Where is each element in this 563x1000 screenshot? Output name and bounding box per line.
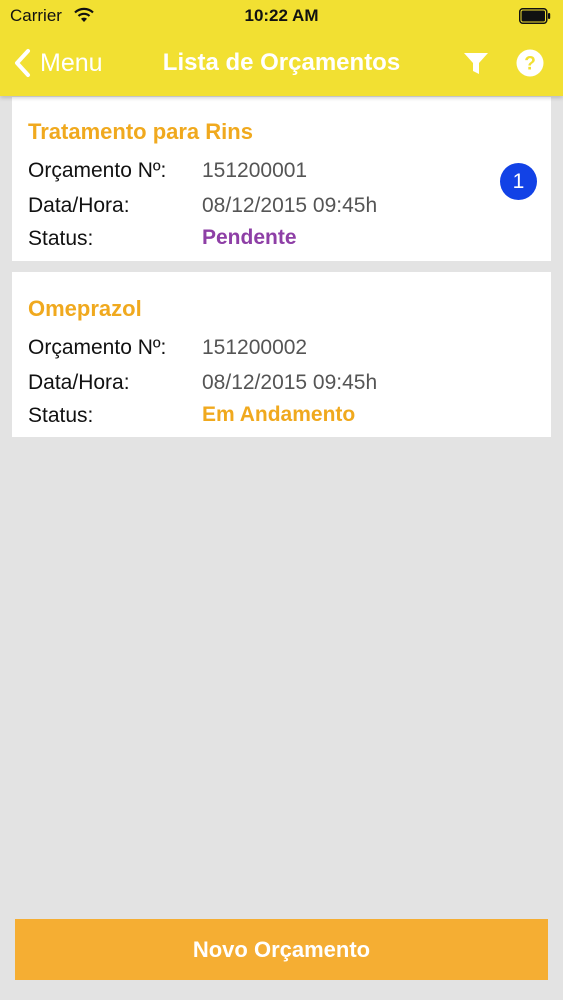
- status-badge: Em Andamento: [202, 403, 356, 426]
- clock: 10:22 AM: [244, 6, 319, 25]
- svg-text:?: ?: [524, 54, 536, 75]
- budget-card[interactable]: Tratamento para Rins Orçamento Nº: 15120…: [12, 97, 551, 261]
- budget-status-label: Status:: [28, 227, 94, 250]
- notification-badge: 1: [500, 163, 537, 200]
- budget-number: 151200002: [202, 336, 308, 359]
- header: Carrier 10:22 AM Menu Lista de Orçamento…: [0, 0, 563, 96]
- budget-title: Tratamento para Rins: [28, 119, 253, 144]
- budget-date-label: Data/Hora:: [28, 194, 130, 217]
- status-badge: Pendente: [202, 226, 297, 249]
- budget-title: Omeprazol: [28, 296, 142, 321]
- budget-date-label: Data/Hora:: [28, 371, 130, 394]
- budget-status-label: Status:: [28, 404, 94, 427]
- filter-icon[interactable]: [462, 49, 490, 77]
- budget-number: 151200001: [202, 159, 308, 182]
- budget-date: 08/12/2015 09:45h: [202, 371, 378, 394]
- help-icon[interactable]: ?: [515, 48, 545, 78]
- battery-icon: [519, 8, 551, 24]
- budget-date: 08/12/2015 09:45h: [202, 194, 378, 217]
- budget-list: Tratamento para Rins Orçamento Nº: 15120…: [12, 97, 551, 448]
- budget-card[interactable]: Omeprazol Orçamento Nº: 151200002 Data/H…: [12, 272, 551, 437]
- navigation-bar: Menu Lista de Orçamentos ?: [0, 32, 563, 96]
- budget-number-label: Orçamento Nº:: [28, 336, 167, 359]
- new-budget-button[interactable]: Novo Orçamento: [15, 919, 548, 980]
- budget-number-label: Orçamento Nº:: [28, 159, 167, 182]
- status-bar: Carrier 10:22 AM: [0, 0, 563, 32]
